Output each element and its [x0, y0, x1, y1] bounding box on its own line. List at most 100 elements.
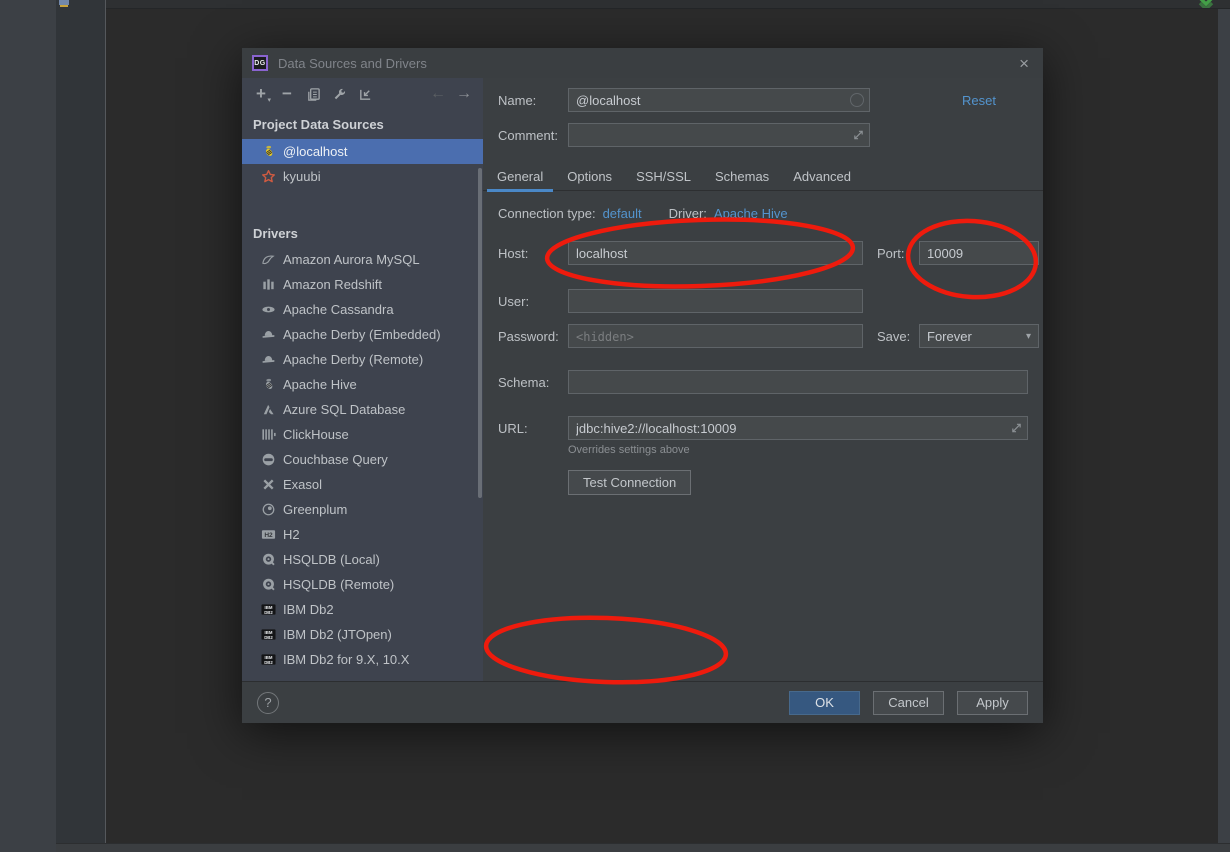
driver-item[interactable]: HSQLDB (Local) — [242, 547, 483, 572]
drivers-scrollbar[interactable] — [478, 168, 482, 498]
driver-item[interactable]: Apache Derby (Embedded) — [242, 322, 483, 347]
driver-label: Apache Derby (Embedded) — [283, 327, 441, 342]
cancel-button[interactable]: Cancel — [873, 691, 944, 715]
derby-icon — [260, 327, 276, 343]
driver-label: H2 — [283, 527, 300, 542]
screen: DG Data Sources and Drivers × +▾ − ← — [0, 0, 1230, 852]
driver-item[interactable]: Exasol — [242, 472, 483, 497]
save-dropdown[interactable]: Forever ▾ — [919, 324, 1039, 348]
driver-item[interactable]: IBMDB2IBM Db2 — [242, 597, 483, 622]
driver-link[interactable]: Apache Hive — [714, 206, 788, 221]
comment-input[interactable] — [568, 123, 870, 147]
driver-item[interactable]: IBMDB2IBM Db2 (JTOpen) — [242, 622, 483, 647]
driver-item[interactable]: Couchbase Query — [242, 447, 483, 472]
sources-toolbar: +▾ − ← → — [248, 82, 477, 106]
schema-input[interactable] — [568, 370, 1028, 394]
drivers-header: Drivers — [253, 226, 298, 241]
driver-item[interactable]: Apache Cassandra — [242, 297, 483, 322]
tab-advanced[interactable]: Advanced — [783, 162, 861, 191]
data-sources-dialog: DG Data Sources and Drivers × +▾ − ← — [242, 48, 1043, 723]
wrench-icon[interactable] — [326, 83, 352, 105]
host-input[interactable] — [568, 241, 863, 265]
help-icon[interactable]: ? — [257, 692, 279, 714]
password-input[interactable] — [568, 324, 863, 348]
driver-item[interactable]: Azure SQL Database — [242, 397, 483, 422]
tab-schemas[interactable]: Schemas — [705, 162, 779, 191]
driver-item[interactable]: Amazon Redshift — [242, 272, 483, 297]
kyuubi-star-icon — [260, 169, 276, 185]
url-label: URL: — [498, 421, 568, 436]
url-input[interactable] — [568, 416, 1028, 440]
driver-label: Greenplum — [283, 502, 347, 517]
clickhouse-icon — [260, 427, 276, 443]
duplicate-icon[interactable] — [300, 83, 326, 105]
driver-label: IBM Db2 — [283, 602, 334, 617]
forward-arrow-icon[interactable]: → — [451, 83, 477, 105]
driver-label: Apache Hive — [283, 377, 357, 392]
aurora-mysql-icon — [260, 252, 276, 268]
back-arrow-icon[interactable]: ← — [425, 83, 451, 105]
tool-window-stripe-right — [1218, 9, 1230, 843]
port-label: Port: — [877, 246, 919, 261]
green-chevron-down-icon[interactable] — [1196, 0, 1216, 9]
svg-text:H2: H2 — [264, 532, 273, 539]
save-label: Save: — [877, 329, 919, 344]
tab-general[interactable]: General — [487, 162, 553, 191]
hive-icon — [260, 144, 276, 160]
expand-icon[interactable] — [853, 130, 864, 141]
ok-button[interactable]: OK — [789, 691, 860, 715]
driver-item[interactable]: H2 H2 — [242, 522, 483, 547]
svg-text:DB2: DB2 — [264, 610, 273, 615]
sources-panel: +▾ − ← → Project Data Sources @localhost… — [242, 78, 483, 681]
project-panel-edge — [56, 0, 106, 843]
driver-label: Apache Derby (Remote) — [283, 352, 423, 367]
data-source-item[interactable]: @localhost — [242, 139, 483, 164]
apply-button[interactable]: Apply — [957, 691, 1028, 715]
password-label: Password: — [498, 329, 568, 344]
test-connection-button[interactable]: Test Connection — [568, 470, 691, 495]
azure-icon — [260, 402, 276, 418]
expand-icon[interactable] — [1011, 423, 1022, 434]
file-tab-icon[interactable] — [59, 0, 69, 5]
connection-type-row: Connection type: default Driver: Apache … — [498, 206, 788, 221]
driver-label: Exasol — [283, 477, 322, 492]
hsqldb-icon — [260, 552, 276, 568]
driver-label: ClickHouse — [283, 427, 349, 442]
connection-type-link[interactable]: default — [603, 206, 642, 221]
form-tabs: GeneralOptionsSSH/SSLSchemasAdvanced — [483, 162, 1043, 191]
remove-icon[interactable]: − — [274, 83, 300, 105]
user-input[interactable] — [568, 289, 863, 313]
add-icon[interactable]: +▾ — [248, 83, 274, 105]
name-input[interactable] — [568, 88, 870, 112]
greenplum-icon — [260, 502, 276, 518]
tab-options[interactable]: Options — [557, 162, 622, 191]
driver-item[interactable]: Apache Derby (Remote) — [242, 347, 483, 372]
tab-ssh-ssl[interactable]: SSH/SSL — [626, 162, 701, 191]
tool-window-stripe-left — [0, 0, 56, 852]
data-source-label: @localhost — [283, 144, 348, 159]
driver-label: IBM Db2 (JTOpen) — [283, 627, 392, 642]
driver-item[interactable]: Greenplum — [242, 497, 483, 522]
driver-item[interactable]: Amazon Aurora MySQL — [242, 247, 483, 272]
derby-icon — [260, 352, 276, 368]
driver-label: Apache Cassandra — [283, 302, 394, 317]
comment-label: Comment: — [498, 128, 568, 143]
connection-form: Name: Reset Comment: GeneralOptionsSSH/S… — [483, 78, 1043, 681]
close-icon[interactable]: × — [1015, 55, 1033, 72]
driver-item[interactable]: Apache Hive — [242, 372, 483, 397]
driver-item[interactable]: HSQLDB (Remote) — [242, 572, 483, 597]
import-icon[interactable] — [352, 83, 378, 105]
driver-label: Couchbase Query — [283, 452, 388, 467]
port-input[interactable] — [919, 241, 1039, 265]
couchbase-icon — [260, 452, 276, 468]
driver-item[interactable]: ClickHouse — [242, 422, 483, 447]
url-hint: Overrides settings above — [568, 444, 690, 456]
data-source-item[interactable]: kyuubi — [242, 164, 483, 189]
dialog-titlebar: DG Data Sources and Drivers × — [242, 48, 1043, 78]
status-bar — [56, 843, 1230, 852]
svg-text:DB2: DB2 — [264, 635, 273, 640]
datagrip-icon: DG — [252, 55, 268, 71]
db2-icon: IBMDB2 — [260, 652, 276, 668]
driver-item[interactable]: IBMDB2IBM Db2 for 9.X, 10.X — [242, 647, 483, 672]
reset-link[interactable]: Reset — [962, 93, 996, 108]
